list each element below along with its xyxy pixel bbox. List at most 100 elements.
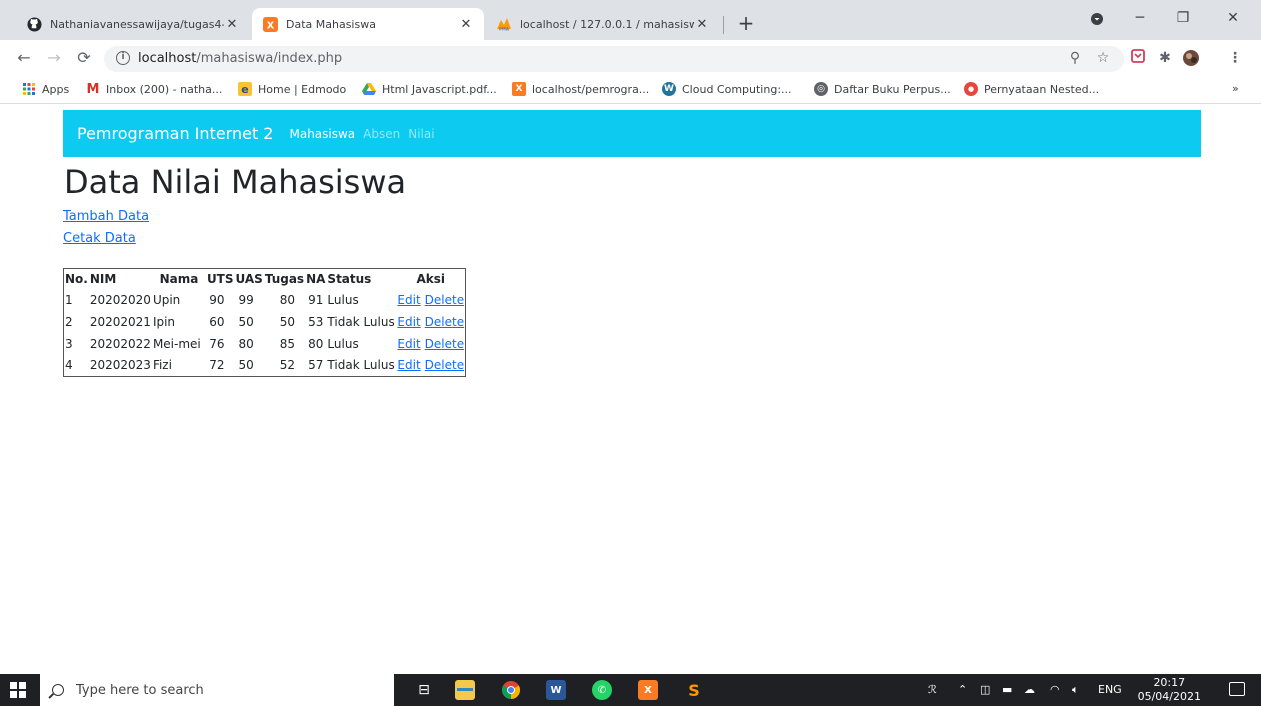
- nav-link-nilai[interactable]: Nilai: [408, 127, 434, 141]
- apps-grid-icon: [22, 82, 36, 96]
- cell-no: 2: [65, 314, 73, 329]
- delete-link[interactable]: Delete: [425, 358, 464, 372]
- word-icon[interactable]: W: [546, 680, 566, 700]
- new-tab-button[interactable]: +: [734, 12, 758, 34]
- header-no: No.: [65, 271, 88, 286]
- clock-date: 05/04/2021: [1137, 690, 1201, 703]
- header-tugas: Tugas: [264, 271, 305, 286]
- zoom-icon[interactable]: ⚲: [1066, 49, 1084, 67]
- nav-link-mahasiswa[interactable]: Mahasiswa: [289, 127, 355, 141]
- tab-title: localhost / 127.0.0.1 / mahasiswa: [520, 17, 694, 31]
- file-explorer-icon[interactable]: [455, 680, 475, 700]
- cell-tugas: 52: [279, 358, 296, 373]
- bookmark-localhost[interactable]: X localhost/pemrogra...: [512, 82, 649, 96]
- language-indicator[interactable]: ENG: [1098, 683, 1122, 696]
- menu-kebab-icon[interactable]: ⋮: [1226, 49, 1244, 67]
- people-icon[interactable]: ℛ: [928, 683, 937, 696]
- extensions-puzzle-icon[interactable]: ✱: [1156, 49, 1174, 67]
- bookmark-cloud-computing[interactable]: W Cloud Computing:...: [662, 82, 792, 96]
- cell-nim: 20202022: [89, 336, 151, 351]
- bookmark-edmodo[interactable]: e Home | Edmodo: [238, 82, 346, 96]
- tab-phpmyadmin[interactable]: PMA localhost / 127.0.0.1 / mahasiswa ✕: [486, 8, 720, 40]
- tray-overflow-icon[interactable]: ⌃: [958, 683, 967, 696]
- forward-icon[interactable]: →: [44, 48, 64, 68]
- windows-start-icon[interactable]: [10, 682, 26, 698]
- more-bookmarks-icon[interactable]: »: [1232, 82, 1239, 95]
- reload-icon[interactable]: ⟳: [74, 48, 94, 68]
- meet-now-icon[interactable]: ◫: [980, 683, 990, 696]
- tab-title: Data Mahasiswa: [286, 17, 376, 31]
- bookmark-label: Cloud Computing:...: [682, 82, 792, 96]
- header-uts: UTS: [206, 271, 234, 286]
- close-tab-icon[interactable]: ✕: [224, 17, 240, 32]
- pocket-extension-icon[interactable]: [1129, 49, 1147, 67]
- header-uas: UAS: [235, 271, 263, 286]
- bookmark-daftar-buku[interactable]: ◎ Daftar Buku Perpus...: [814, 82, 951, 96]
- chrome-icon[interactable]: [501, 680, 521, 700]
- cell-tugas: 85: [279, 336, 296, 351]
- profile-avatar[interactable]: [1182, 49, 1200, 67]
- header-aksi: Aksi: [416, 271, 446, 286]
- xampp-taskbar-icon[interactable]: X: [638, 680, 658, 700]
- print-data-link[interactable]: Cetak Data: [63, 231, 136, 246]
- whatsapp-icon[interactable]: ✆: [592, 680, 612, 700]
- navbar-brand[interactable]: Pemrograman Internet 2: [77, 124, 273, 143]
- delete-link[interactable]: Delete: [425, 293, 464, 307]
- close-window-icon[interactable]: ✕: [1218, 8, 1248, 28]
- add-data-link[interactable]: Tambah Data: [63, 209, 149, 224]
- cell-nim: 20202021: [89, 314, 151, 329]
- delete-link[interactable]: Delete: [425, 337, 464, 351]
- tab-data-mahasiswa[interactable]: X Data Mahasiswa ✕: [252, 8, 484, 40]
- sublime-text-icon[interactable]: S: [684, 680, 704, 700]
- cell-uas: 99: [238, 292, 254, 307]
- battery-icon[interactable]: ▬: [1002, 683, 1012, 696]
- phpmyadmin-icon: PMA: [496, 16, 512, 32]
- cell-uts: 60: [209, 314, 225, 329]
- notification-icon[interactable]: [1229, 682, 1245, 696]
- onedrive-icon[interactable]: ☁: [1024, 683, 1035, 696]
- bookmark-label: Html Javascript.pdf...: [382, 82, 497, 96]
- table-body: 1 20202020 Upin 90 99 80 91 Lulus Edit Delete 2 202…: [64, 289, 466, 377]
- profile-menu-icon[interactable]: [1082, 11, 1112, 31]
- tab-github[interactable]: Nathaniavanessawijaya/tugas4-p ✕: [16, 8, 250, 40]
- cell-status: Lulus: [327, 292, 359, 307]
- google-drive-icon: [362, 82, 376, 96]
- bookmark-gmail[interactable]: M Inbox (200) - natha...: [86, 82, 223, 97]
- bookmark-star-icon[interactable]: ☆: [1094, 49, 1112, 67]
- system-clock[interactable]: 20:17 05/04/2021: [1138, 676, 1201, 704]
- table-row: 4 20202023 Fizi 72 50 52 57 Tidak Lulus Edit Dele…: [64, 355, 466, 377]
- delete-link[interactable]: Delete: [425, 315, 464, 329]
- wifi-icon[interactable]: ◠: [1050, 683, 1060, 696]
- globe-icon: ◎: [814, 82, 828, 96]
- edit-link[interactable]: Edit: [397, 337, 420, 351]
- address-bar[interactable]: i localhost/mahasiswa/index.php: [104, 46, 1124, 72]
- close-tab-icon[interactable]: ✕: [458, 17, 474, 32]
- edit-link[interactable]: Edit: [397, 315, 420, 329]
- clock-time: 20:17: [1153, 676, 1186, 689]
- site-icon: ●: [964, 82, 978, 96]
- bookmark-label: localhost/pemrogra...: [532, 82, 650, 96]
- bookmark-drive-pdf[interactable]: Html Javascript.pdf...: [362, 82, 497, 96]
- close-tab-icon[interactable]: ✕: [694, 17, 710, 32]
- volume-icon[interactable]: 🔈︎: [1072, 683, 1079, 697]
- site-info-icon[interactable]: i: [116, 51, 130, 65]
- edit-link[interactable]: Edit: [397, 358, 420, 372]
- bookmark-apps[interactable]: Apps: [22, 82, 69, 96]
- search-placeholder: Type here to search: [76, 682, 204, 698]
- cell-aksi: Edit Delete: [396, 311, 465, 333]
- restore-icon[interactable]: ❐: [1168, 8, 1198, 28]
- task-view-icon[interactable]: ⊟: [414, 680, 434, 700]
- cell-uas: 50: [238, 358, 254, 373]
- taskbar-search-box[interactable]: Type here to search: [40, 674, 394, 706]
- minimize-icon[interactable]: ─: [1125, 8, 1155, 28]
- svg-text:PMA: PMA: [499, 27, 510, 32]
- nav-link-absen[interactable]: Absen: [363, 127, 400, 141]
- bookmark-pernyataan[interactable]: ● Pernyataan Nested...: [964, 82, 1099, 96]
- cell-uts: 76: [209, 336, 225, 351]
- back-icon[interactable]: ←: [14, 48, 34, 68]
- edit-link[interactable]: Edit: [397, 293, 420, 307]
- wordpress-icon: W: [662, 82, 676, 96]
- header-nim: NIM: [89, 271, 117, 286]
- cell-tugas: 80: [279, 292, 296, 307]
- cell-nama: Ipin: [152, 314, 176, 329]
